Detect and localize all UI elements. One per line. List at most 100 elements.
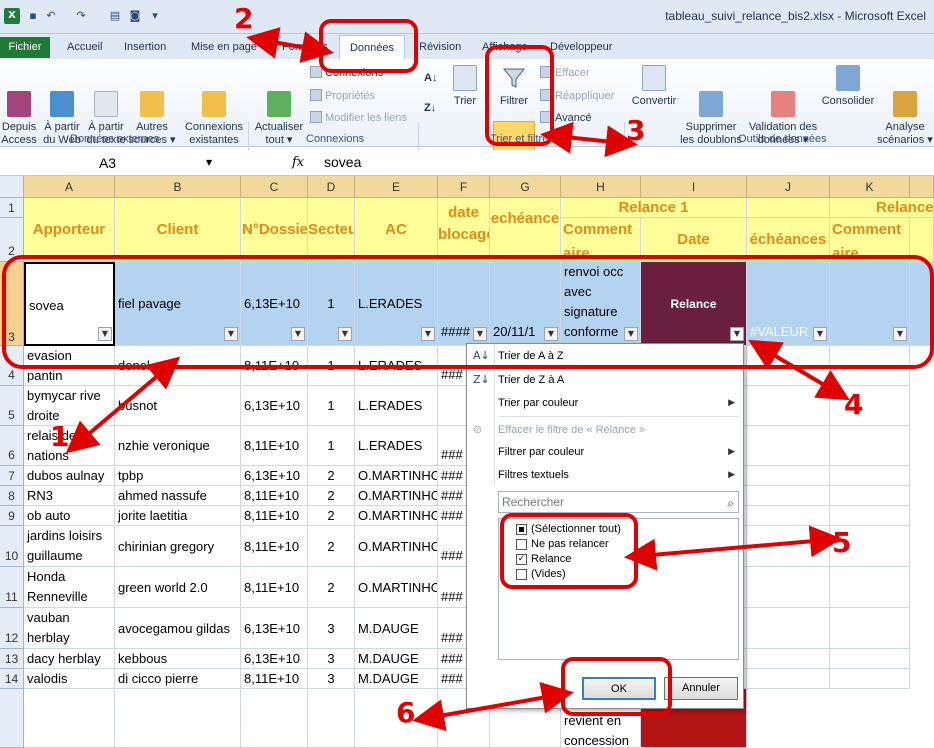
cell-c8[interactable]: 8,11E+10 <box>241 486 308 506</box>
header-ac[interactable]: AC <box>355 198 438 262</box>
cell-k11[interactable] <box>830 567 910 608</box>
filter-option-label[interactable]: Relance <box>531 553 571 566</box>
cell-c4[interactable]: 8,11E+10 <box>241 346 308 386</box>
row-header-15[interactable] <box>0 689 24 748</box>
filter-option-checkbox[interactable] <box>516 539 527 550</box>
cell-b4[interactable]: donol <box>115 346 241 386</box>
menu-text-filters[interactable]: Filtres textuels <box>498 469 569 481</box>
header-apporteur[interactable]: Apporteur <box>24 198 115 262</box>
cell-a12[interactable]: vauban herblay <box>24 608 115 649</box>
menu-sort-color[interactable]: Trier par couleur <box>498 397 578 409</box>
cell-e14[interactable]: M.DAUGE <box>355 669 438 689</box>
cell-j14[interactable] <box>747 669 830 689</box>
cell-j4[interactable] <box>747 346 830 386</box>
cell-b5[interactable]: busnot <box>115 386 241 426</box>
cell-e10[interactable]: O.MARTINHO <box>355 526 438 567</box>
cell-a13[interactable]: dacy herblay <box>24 649 115 669</box>
filter-option-label[interactable]: (Vides) <box>531 568 566 581</box>
from-web-button[interactable]: À partir du Web <box>40 65 84 160</box>
connections-button[interactable]: Connexions <box>310 66 383 80</box>
column-header-k[interactable]: K <box>830 176 910 198</box>
cell-d5[interactable]: 1 <box>308 386 355 426</box>
from-access-button[interactable]: Depuis Access <box>0 65 38 160</box>
filter-search-input[interactable]: Rechercher ⌕ <box>498 491 739 513</box>
select-all-corner[interactable] <box>0 176 24 198</box>
row-header-8[interactable]: 8 <box>0 486 24 506</box>
cell-a15[interactable] <box>24 689 115 748</box>
column-header-g[interactable]: G <box>490 176 561 198</box>
cell-a9[interactable]: ob auto <box>24 506 115 526</box>
from-text-button[interactable]: À partir du texte <box>84 65 128 160</box>
cell-k13[interactable] <box>830 649 910 669</box>
cell-a6[interactable]: relais des nations <box>24 426 115 466</box>
cell-c9[interactable]: 8,11E+10 <box>241 506 308 526</box>
print-preview-icon[interactable]: ▤ <box>108 9 122 23</box>
cell-c13[interactable]: 6,13E+10 <box>241 649 308 669</box>
clear-filter-button[interactable]: Effacer <box>540 66 590 80</box>
cell-d6[interactable]: 1 <box>308 426 355 466</box>
cell-d12[interactable]: 3 <box>308 608 355 649</box>
cell-e6[interactable]: L.ERADES <box>355 426 438 466</box>
cell-a4[interactable]: evasion pantin <box>24 346 115 386</box>
header-empty[interactable] <box>910 218 934 262</box>
menu-filter-color[interactable]: Filtrer par couleur <box>498 446 584 458</box>
cell-d11[interactable]: 2 <box>308 567 355 608</box>
column-header-j[interactable]: J <box>747 176 830 198</box>
name-box-dropdown-icon[interactable]: ▼ <box>206 158 212 167</box>
filter-dropdown-f-icon[interactable]: ▼ <box>473 327 487 341</box>
filter-option-label[interactable]: (Sélectionner tout) <box>531 523 621 536</box>
row-header-12[interactable]: 12 <box>0 608 24 649</box>
header-secteur[interactable]: Secteur <box>308 198 355 262</box>
row-header-4[interactable]: 4 <box>0 346 24 386</box>
cell-b9[interactable]: jorite laetitia <box>115 506 241 526</box>
cell-a11[interactable]: Honda Renneville <box>24 567 115 608</box>
row-header-7[interactable]: 7 <box>0 466 24 486</box>
cell-b11[interactable]: green world 2.0 <box>115 567 241 608</box>
cell-b7[interactable]: tpbp <box>115 466 241 486</box>
cell-c6[interactable]: 8,11E+10 <box>241 426 308 466</box>
filter-dropdown-i-icon[interactable]: ▼ <box>730 327 744 341</box>
cell-c12[interactable]: 6,13E+10 <box>241 608 308 649</box>
cell-e11[interactable]: O.MARTINHO <box>355 567 438 608</box>
filter-option-checkbox[interactable] <box>516 569 527 580</box>
row-header-13[interactable]: 13 <box>0 649 24 669</box>
filter-option-checkbox[interactable]: ✓ <box>516 554 527 565</box>
row-header-1[interactable]: 1 <box>0 198 24 218</box>
column-header-b[interactable]: B <box>115 176 241 198</box>
reapply-button[interactable]: Réappliquer <box>540 89 614 103</box>
column-header-a[interactable]: A <box>24 176 115 198</box>
cell-k4[interactable] <box>830 346 910 386</box>
cell-c11[interactable]: 8,11E+10 <box>241 567 308 608</box>
other-sources-button[interactable]: Autres sources ▾ <box>128 65 176 160</box>
cell-d9[interactable]: 2 <box>308 506 355 526</box>
sort-za-small-icon[interactable]: Z↓ <box>424 101 436 115</box>
cell-j5[interactable] <box>747 386 830 426</box>
cell-e9[interactable]: O.MARTINHO <box>355 506 438 526</box>
cell-e8[interactable]: O.MARTINHO <box>355 486 438 506</box>
cell-j7[interactable] <box>747 466 830 486</box>
excel-logo-icon[interactable]: X <box>4 8 20 24</box>
cell-l3[interactable] <box>910 262 934 346</box>
ok-button[interactable]: OK <box>582 677 656 700</box>
cell-j9[interactable] <box>747 506 830 526</box>
filter-dropdown-b-icon[interactable]: ▼ <box>224 327 238 341</box>
filter-dropdown-k-icon[interactable]: ▼ <box>893 327 907 341</box>
filter-dropdown-a-icon[interactable]: ▼ <box>98 327 112 341</box>
undo-icon[interactable]: ↶ <box>44 9 58 23</box>
header-date[interactable]: Date <box>641 218 747 262</box>
row-header-6[interactable]: 6 <box>0 426 24 466</box>
cell-b8[interactable]: ahmed nassufe <box>115 486 241 506</box>
header-echeances[interactable]: échéances <box>747 218 830 262</box>
tab-fichier[interactable]: Fichier <box>0 37 50 58</box>
column-header-c[interactable]: C <box>241 176 308 198</box>
filter-option-checkbox[interactable] <box>516 524 527 535</box>
cell-b13[interactable]: kebbous <box>115 649 241 669</box>
header-relance-1[interactable]: Relance 1 <box>561 198 747 218</box>
row-header-3[interactable]: 3 <box>0 262 24 346</box>
cell-a10[interactable]: jardins loisirs guillaume <box>24 526 115 567</box>
row-header-2[interactable]: 2 <box>0 218 24 262</box>
data-validation-button[interactable]: Validation des données ▾ <box>746 65 820 160</box>
save-icon[interactable]: ▪ <box>26 9 40 23</box>
filter-option-label[interactable]: Ne pas relancer <box>531 538 609 551</box>
cell-k14[interactable] <box>830 669 910 689</box>
